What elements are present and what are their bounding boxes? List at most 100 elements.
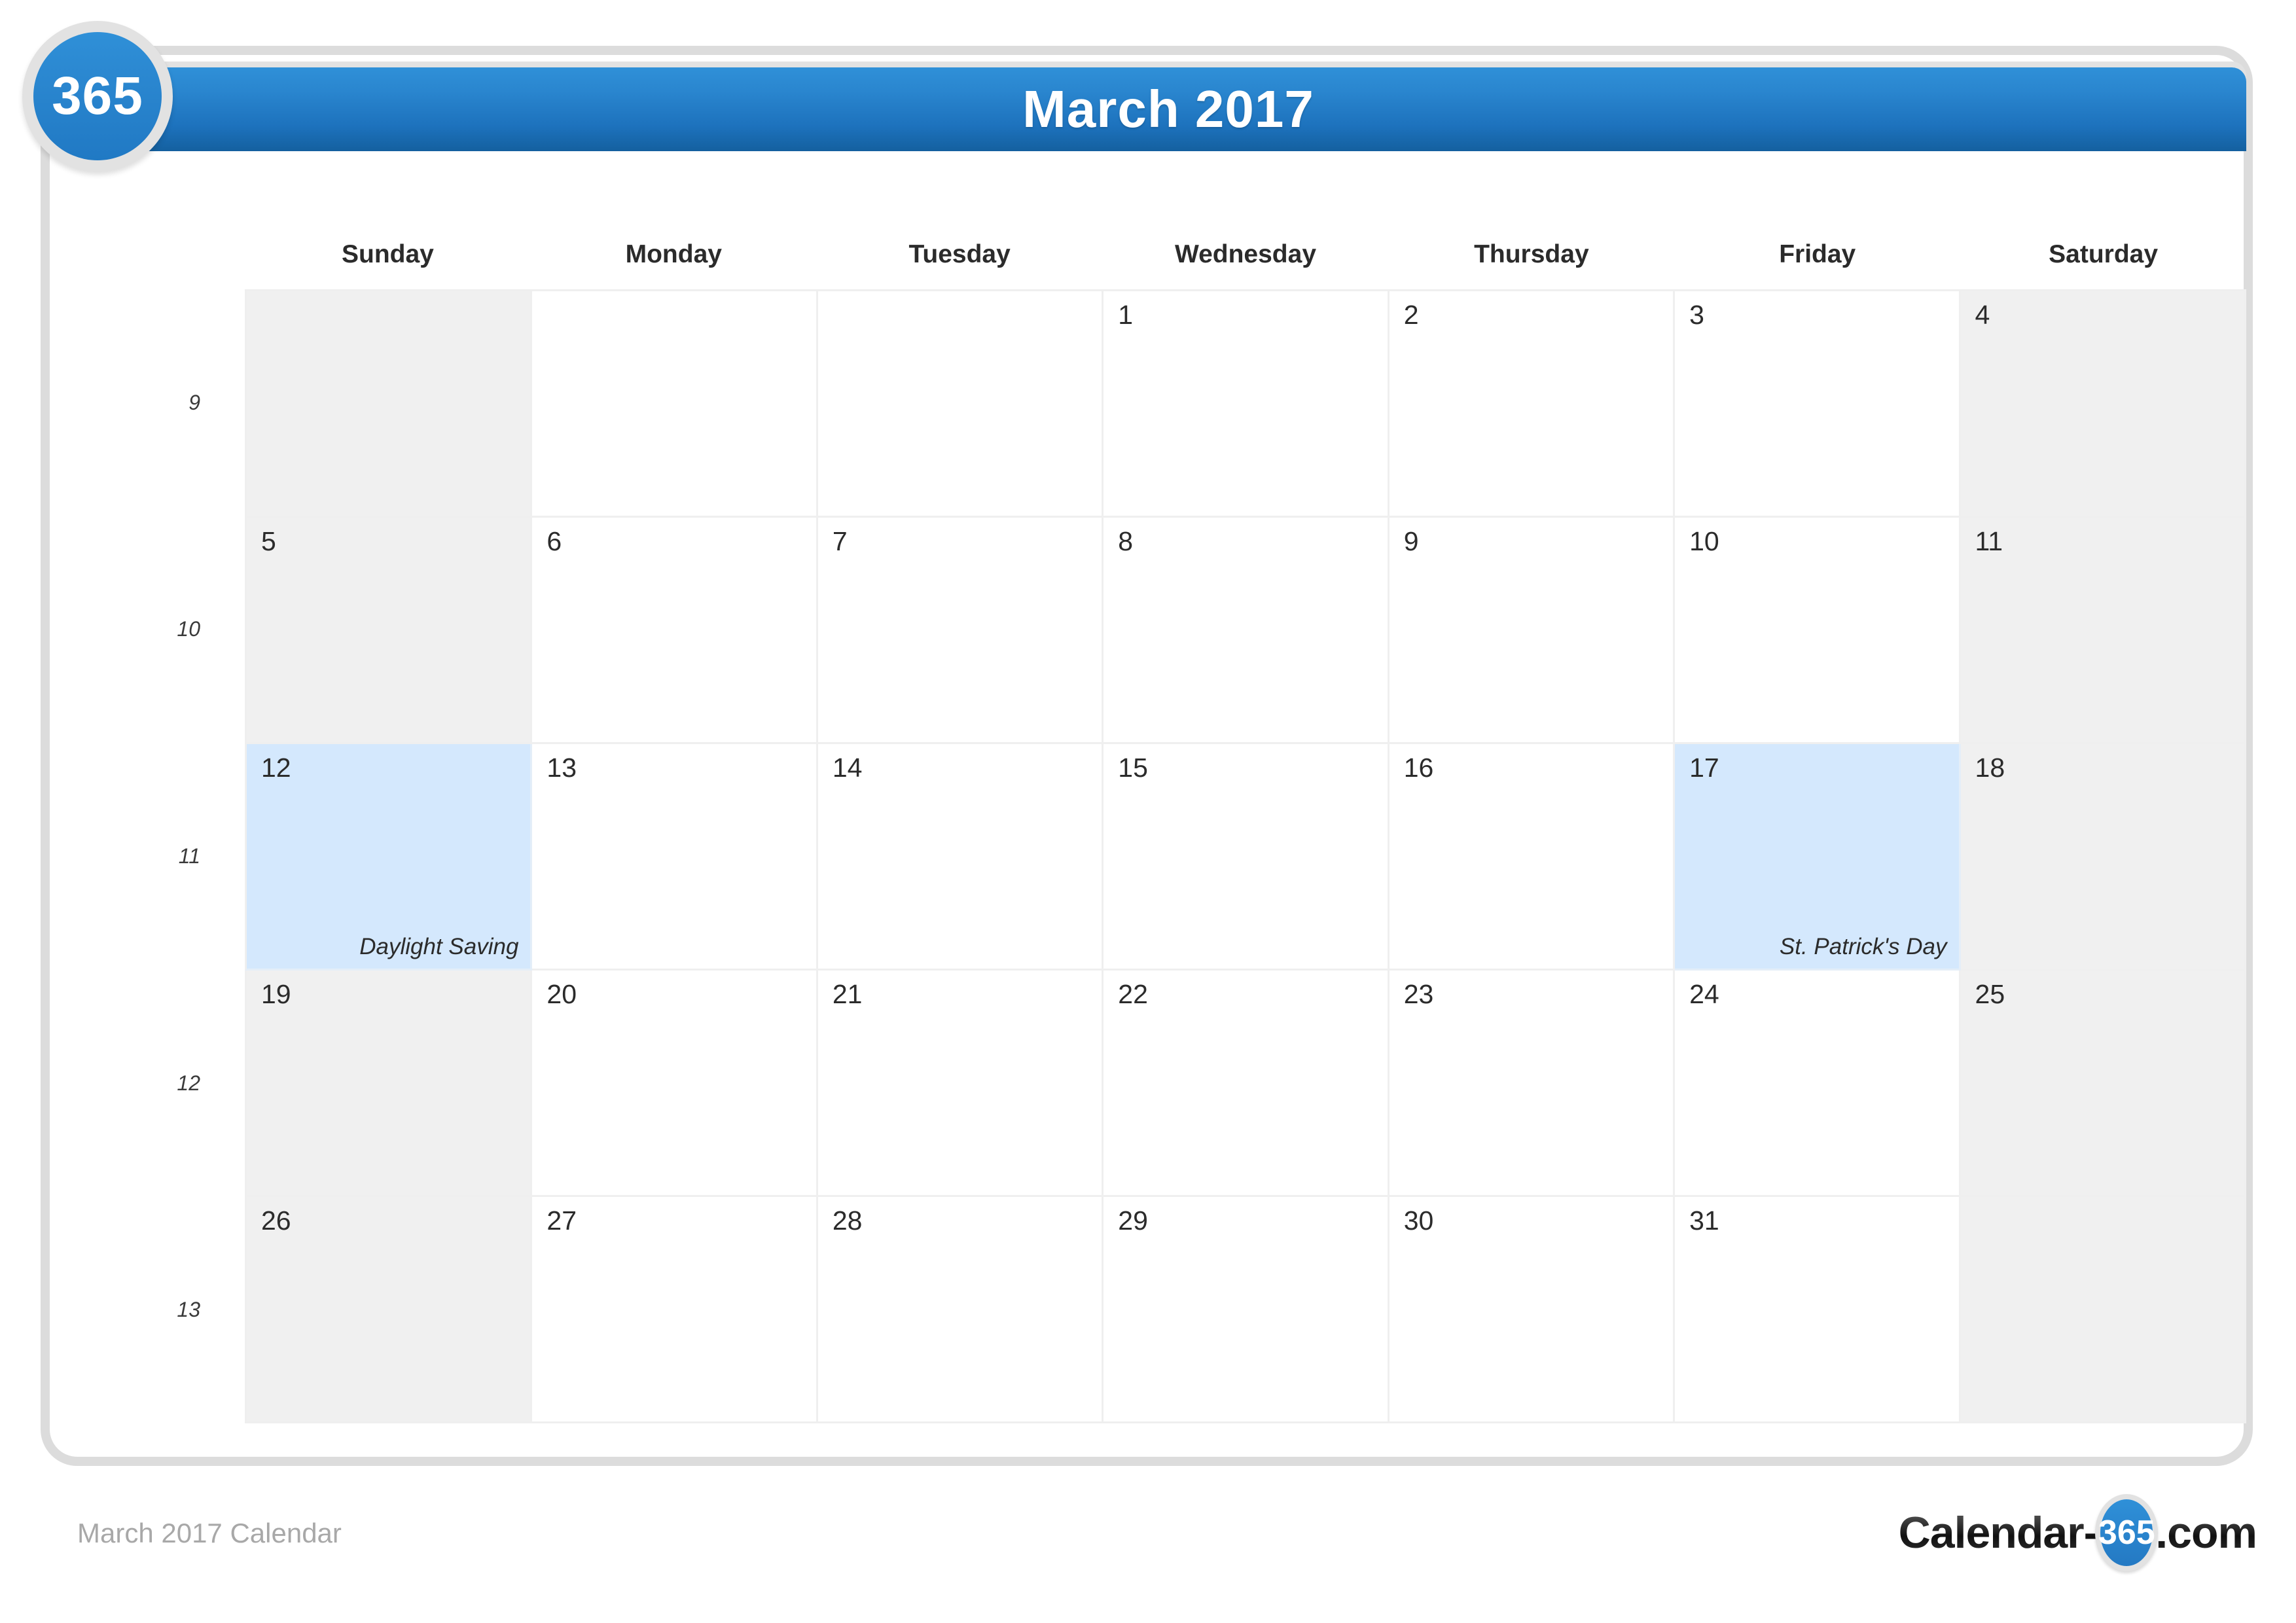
day-cell-28[interactable]: 28 (817, 1197, 1104, 1423)
day-number: 13 (547, 753, 577, 783)
day-cell-17[interactable]: 17 St. Patrick's Day (1675, 744, 1961, 971)
day-cell-6[interactable]: 6 (532, 518, 818, 744)
logo-circle-inner: 365 (2098, 1499, 2155, 1566)
week-number: 9 (188, 390, 200, 414)
week-number: 13 (177, 1298, 200, 1322)
day-number: 28 (832, 1205, 863, 1236)
calendar-week-row: 12 Daylight Saving 13 14 15 16 17 St. Patrick's… (245, 744, 2246, 971)
weekday-header-saturday: Saturday (2049, 240, 2159, 268)
day-cell-10[interactable]: 10 (1675, 518, 1961, 744)
weekday-header-friday: Friday (1779, 240, 1856, 268)
day-cell-1[interactable]: 1 (1103, 291, 1390, 518)
day-number: 17 (1689, 753, 1719, 783)
day-number: 25 (1975, 979, 2005, 1009)
day-number: 2 (1403, 300, 1419, 330)
day-cell-25[interactable]: 25 (1960, 971, 2246, 1197)
brand-badge-label: 365 (52, 66, 143, 126)
day-cell-5[interactable]: 5 (245, 518, 533, 744)
day-cell-empty (532, 291, 818, 518)
day-number: 9 (1403, 526, 1419, 556)
logo-365-text: 365 (2098, 1514, 2155, 1552)
day-number: 7 (832, 526, 848, 556)
day-number: 11 (1975, 526, 2003, 556)
day-cell-30[interactable]: 30 (1389, 1197, 1676, 1423)
day-cell-15[interactable]: 15 (1103, 744, 1390, 971)
week-number: 10 (177, 617, 200, 641)
day-number: 1 (1118, 300, 1134, 330)
day-number: 30 (1403, 1205, 1434, 1236)
weekday-header-row: Sunday Monday Tuesday Wednesday Thursday Frid… (245, 241, 2246, 278)
day-cell-14[interactable]: 14 (817, 744, 1104, 971)
month-header-bar: March 2017 (90, 67, 2246, 151)
day-number: 5 (261, 526, 276, 556)
brand-badge-circle: 365 (33, 32, 162, 160)
week-number: 11 (178, 844, 200, 868)
footer-caption: March 2017 Calendar (77, 1518, 342, 1548)
day-cell-20[interactable]: 20 (532, 971, 818, 1197)
page-title: March 2017 (1022, 80, 1314, 138)
day-cell-22[interactable]: 22 (1103, 971, 1390, 1197)
weekday-header-wednesday: Wednesday (1174, 240, 1317, 268)
logo-prefix-text: Calendar- (1898, 1508, 2099, 1558)
site-logo[interactable]: Calendar- 365 .com (1898, 1494, 2257, 1571)
day-cell-empty (1960, 1197, 2246, 1423)
weekday-header-thursday: Thursday (1474, 240, 1589, 268)
day-cell-19[interactable]: 19 (245, 971, 533, 1197)
day-cell-9[interactable]: 9 (1389, 518, 1676, 744)
day-number: 19 (261, 979, 291, 1009)
day-cell-27[interactable]: 27 (532, 1197, 818, 1423)
day-number: 27 (547, 1205, 577, 1236)
logo-circle-icon: 365 (2095, 1494, 2159, 1571)
day-number: 4 (1975, 300, 1990, 330)
day-cell-7[interactable]: 7 (817, 518, 1104, 744)
calendar-week-row: 5 6 7 8 9 10 11 (245, 518, 2246, 744)
day-number: 8 (1118, 526, 1134, 556)
day-event-label: Daylight Saving (359, 933, 519, 959)
day-event-label: St. Patrick's Day (1779, 933, 1947, 959)
day-cell-31[interactable]: 31 (1675, 1197, 1961, 1423)
day-cell-12[interactable]: 12 Daylight Saving (245, 744, 533, 971)
day-cell-11[interactable]: 11 (1960, 518, 2246, 744)
day-number: 15 (1118, 753, 1148, 783)
day-number: 3 (1689, 300, 1704, 330)
day-cell-4[interactable]: 4 (1960, 291, 2246, 518)
week-number: 12 (177, 1071, 200, 1095)
day-cell-16[interactable]: 16 (1389, 744, 1676, 971)
brand-badge[interactable]: 365 (22, 21, 173, 171)
day-number: 20 (547, 979, 577, 1009)
day-number: 26 (261, 1205, 291, 1236)
day-number: 16 (1403, 753, 1434, 783)
day-number: 22 (1118, 979, 1148, 1009)
day-cell-2[interactable]: 2 (1389, 291, 1676, 518)
day-number: 23 (1403, 979, 1434, 1009)
day-cell-8[interactable]: 8 (1103, 518, 1390, 744)
day-cell-empty (245, 291, 533, 518)
day-number: 6 (547, 526, 562, 556)
calendar-grid: 1 2 3 4 5 6 7 8 9 10 11 12 Daylight Saving 13 14 15 16 17… (245, 289, 2246, 1423)
day-cell-21[interactable]: 21 (817, 971, 1104, 1197)
day-number: 24 (1689, 979, 1719, 1009)
day-number: 14 (832, 753, 863, 783)
day-cell-26[interactable]: 26 (245, 1197, 533, 1423)
calendar-week-row: 26 27 28 29 30 31 (245, 1197, 2246, 1423)
day-number: 18 (1975, 753, 2005, 783)
weekday-header-tuesday: Tuesday (908, 240, 1011, 268)
weekday-header-sunday: Sunday (341, 240, 434, 268)
logo-suffix-text: .com (2155, 1508, 2257, 1558)
calendar-body: Sunday Monday Tuesday Wednesday Thursday Frid… (90, 160, 2246, 1423)
week-number-column: 9 10 11 12 13 (90, 289, 245, 1423)
day-number: 12 (261, 753, 291, 783)
day-cell-13[interactable]: 13 (532, 744, 818, 971)
day-cell-18[interactable]: 18 (1960, 744, 2246, 971)
calendar-week-row: 1 2 3 4 (245, 291, 2246, 518)
weekday-header-monday: Monday (625, 240, 722, 268)
day-cell-23[interactable]: 23 (1389, 971, 1676, 1197)
day-cell-24[interactable]: 24 (1675, 971, 1961, 1197)
calendar-page: 365 March 2017 365 SundayMondayTuesdayWe… (0, 0, 2296, 1623)
calendar-week-row: 19 20 21 22 23 24 25 (245, 971, 2246, 1197)
day-cell-3[interactable]: 3 (1675, 291, 1961, 518)
day-cell-29[interactable]: 29 (1103, 1197, 1390, 1423)
day-number: 21 (832, 979, 863, 1009)
day-number: 10 (1689, 526, 1719, 556)
day-number: 29 (1118, 1205, 1148, 1236)
